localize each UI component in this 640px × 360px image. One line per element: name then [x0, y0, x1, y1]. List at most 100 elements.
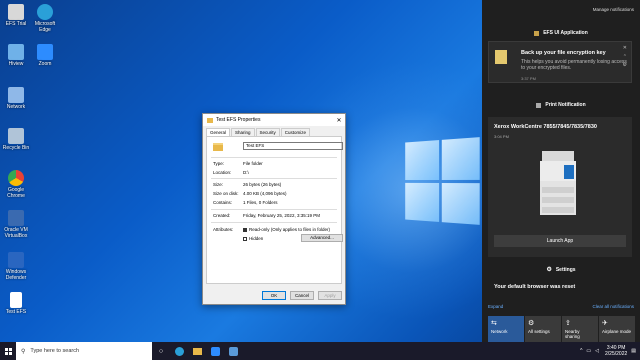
folder-icon — [213, 143, 223, 151]
network-icon — [8, 87, 24, 103]
quick-action-airplane-mode[interactable]: ✈ Airplane mode — [599, 316, 635, 342]
desktop-icon-chrome[interactable]: Google Chrome — [2, 170, 30, 199]
contains-value: 1 Files, 0 Folders — [243, 200, 278, 205]
size-label: Size: — [213, 182, 243, 187]
efs-backup-toast[interactable]: Back up your file encryption key This he… — [488, 41, 632, 83]
gear-icon: ⚙ — [528, 319, 558, 327]
desktop-icon-test-efs[interactable]: Test EFS — [2, 292, 30, 315]
app-header-efs: EFS UI Application — [482, 30, 640, 36]
shield-icon — [8, 252, 24, 268]
share-icon: ⇪ — [565, 319, 595, 327]
taskbar: ⚲ Type here to search ○ ^ ▭ ◁ 3:40 PM 2/… — [0, 342, 640, 360]
desktop-icon-zoom[interactable]: Zoom — [31, 44, 59, 67]
printer-icon — [536, 103, 541, 108]
document-icon — [10, 292, 22, 308]
printer-time: 3:04 PM — [494, 134, 509, 139]
search-box[interactable]: ⚲ Type here to search — [16, 342, 152, 360]
created-value: Friday, February 25, 2022, 3:35:19 PM — [243, 213, 320, 218]
size-on-disk-value: 4.00 KB (4,096 bytes) — [243, 191, 287, 196]
start-button[interactable] — [0, 342, 16, 360]
hidden-checkbox[interactable]: Hidden — [243, 236, 263, 241]
monitor-icon — [8, 44, 24, 60]
app-header-settings: ⚙ Settings — [482, 266, 640, 273]
close-icon[interactable]: ✕ — [623, 45, 627, 51]
clear-all-link[interactable]: Clear all notifications — [592, 304, 634, 309]
apply-button[interactable]: Apply — [318, 291, 342, 300]
windows-icon — [5, 348, 12, 355]
volume-icon[interactable]: ◁ — [595, 348, 599, 354]
properties-dialog: Test EFS Properties ✕ General Sharing Se… — [202, 113, 346, 305]
chevron-up-icon[interactable]: ⌃ — [623, 54, 627, 60]
zoom-icon — [37, 44, 53, 60]
edge-icon — [37, 4, 53, 20]
checkbox-checked-icon — [243, 228, 247, 232]
hidden-label: Hidden — [249, 236, 263, 241]
network-icon: ⇆ — [491, 319, 521, 327]
tab-sharing[interactable]: Sharing — [231, 128, 255, 136]
chrome-icon — [8, 170, 24, 186]
advanced-button[interactable]: Advanced... — [301, 234, 343, 242]
chevron-up-icon[interactable]: ^ — [580, 348, 582, 354]
clock[interactable]: 3:40 PM 2/25/2022 — [605, 345, 627, 357]
folder-name-field[interactable]: Test EFS — [243, 142, 343, 150]
task-view-icon[interactable]: ○ — [152, 342, 170, 360]
file-icon — [8, 4, 24, 20]
dialog-titlebar[interactable]: Test EFS Properties ✕ — [203, 114, 345, 126]
print-notification-card[interactable]: Xerox WorkCentre 7855/7845/7835/7830 3:0… — [488, 117, 632, 257]
desktop-icon-edge[interactable]: Microsoft Edge — [31, 4, 59, 33]
default-browser-notification[interactable]: Your default browser was reset — [488, 284, 632, 290]
desktop-icon-recycle-bin[interactable]: Recycle Bin — [2, 128, 30, 151]
tab-security[interactable]: Security — [256, 128, 280, 136]
file-explorer-icon[interactable] — [188, 342, 206, 360]
toast-time: 3:37 PM — [521, 76, 536, 81]
toast-body: This helps you avoid permanently losing … — [521, 59, 627, 71]
network-icon[interactable]: ▭ — [586, 348, 591, 354]
type-value: File folder — [243, 161, 263, 166]
tab-customize[interactable]: Customize — [281, 128, 310, 136]
folder-icon — [207, 118, 213, 123]
app-taskbar-icon[interactable] — [224, 342, 242, 360]
notifications-icon[interactable]: ▤ — [631, 348, 636, 354]
dialog-tabs: General Sharing Security Customize — [203, 126, 345, 136]
printer-image — [538, 147, 578, 217]
manage-notifications-link[interactable]: Manage notifications — [593, 7, 634, 12]
app-header-print: Print Notification — [482, 102, 640, 108]
search-placeholder: Type here to search — [30, 348, 79, 354]
dialog-buttons: OK Cancel Apply — [262, 291, 342, 300]
cancel-button[interactable]: Cancel — [290, 291, 314, 300]
desktop-icon-efs-trial[interactable]: EFS Trial — [2, 4, 30, 27]
size-value: 26 bytes (26 bytes) — [243, 182, 281, 187]
readonly-checkbox[interactable]: Read-only (Only applies to files in fold… — [243, 227, 330, 232]
quick-action-network[interactable]: ⇆ Network — [488, 316, 524, 342]
checkbox-unchecked-icon — [243, 237, 247, 241]
efs-app-icon — [534, 31, 539, 36]
toast-title: Back up your file encryption key — [521, 50, 606, 56]
printer-title: Xerox WorkCentre 7855/7845/7835/7830 — [494, 124, 597, 130]
airplane-icon: ✈ — [602, 319, 632, 327]
location-label: Location: — [213, 170, 243, 175]
dialog-title: Test EFS Properties — [216, 117, 260, 123]
desktop-icon-defender[interactable]: Windows Defender — [2, 252, 30, 281]
edge-taskbar-icon[interactable] — [170, 342, 188, 360]
launch-app-button[interactable]: Launch App — [494, 235, 626, 247]
close-icon[interactable]: ✕ — [333, 117, 345, 124]
quick-action-all-settings[interactable]: ⚙ All settings — [525, 316, 561, 342]
clock-date: 2/25/2022 — [605, 351, 627, 357]
quick-action-nearby-sharing[interactable]: ⇪ Nearby sharing — [562, 316, 598, 342]
zoom-taskbar-icon[interactable] — [206, 342, 224, 360]
system-tray: ^ ▭ ◁ 3:40 PM 2/25/2022 ▤ — [578, 345, 640, 357]
general-panel: Test EFS Type: File folder Location: D:\ S… — [206, 136, 342, 284]
expand-link[interactable]: Expand — [488, 304, 503, 309]
desktop-icon-virtualbox[interactable]: Oracle VM VirtualBox — [2, 210, 30, 239]
type-label: Type: — [213, 161, 243, 166]
gear-icon[interactable]: ⚙ — [623, 62, 627, 68]
search-icon: ⚲ — [21, 348, 25, 355]
desktop-icon-hiview[interactable]: Hiview — [2, 44, 30, 67]
ok-button[interactable]: OK — [262, 291, 286, 300]
created-label: Created: — [213, 213, 243, 218]
attributes-label: Attributes: — [213, 227, 243, 232]
windows-wallpaper-logo — [405, 137, 479, 225]
tab-general[interactable]: General — [206, 128, 230, 136]
desktop-icon-network[interactable]: Network — [2, 87, 30, 110]
contains-label: Contains: — [213, 200, 243, 205]
